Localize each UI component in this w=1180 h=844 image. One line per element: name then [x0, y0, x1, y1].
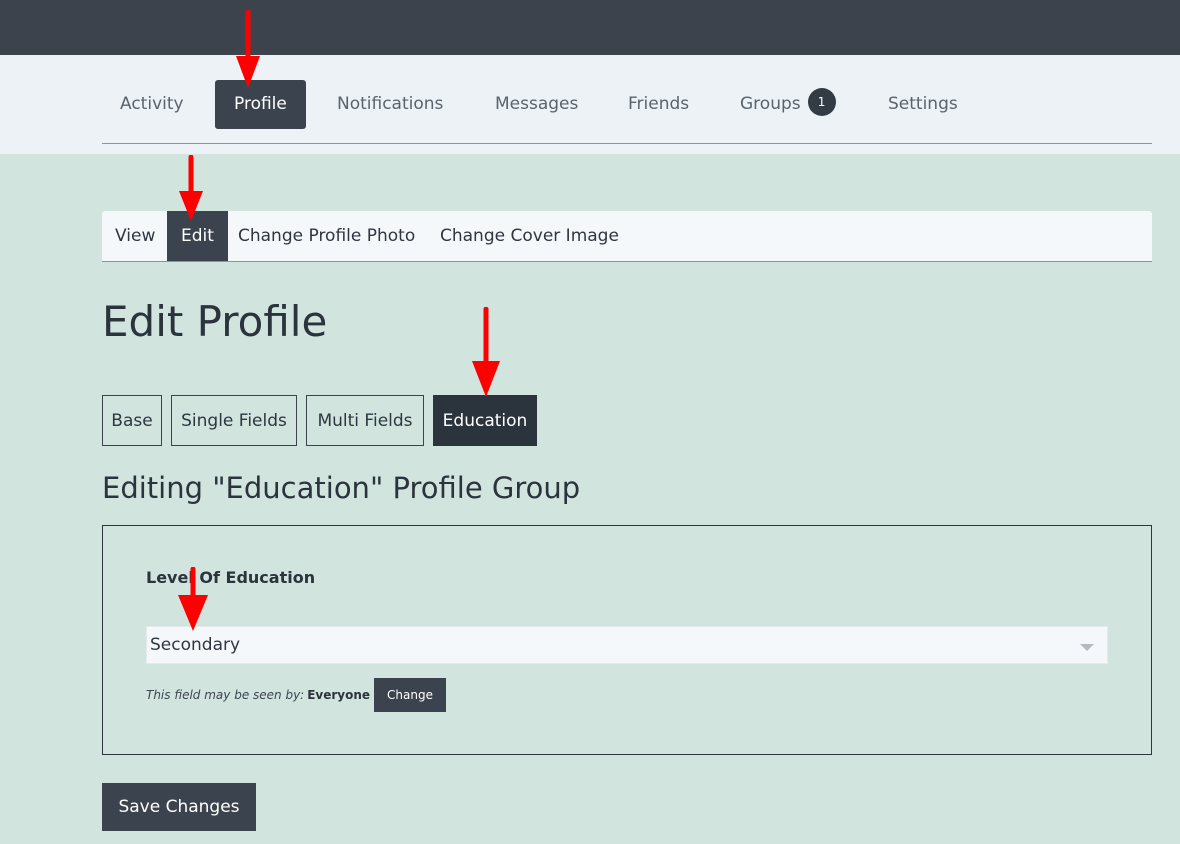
nav-divider [102, 143, 1152, 144]
tab-single-fields[interactable]: Single Fields [171, 395, 297, 446]
education-fieldset: Level Of Education Secondary This field … [102, 525, 1152, 755]
profile-group-heading: Editing "Education" Profile Group [102, 471, 581, 505]
change-visibility-button[interactable]: Change [374, 678, 446, 712]
groups-count-badge: 1 [807, 88, 836, 116]
nav-groups[interactable]: Groups 1 [740, 80, 836, 129]
nav-messages[interactable]: Messages [495, 80, 578, 129]
level-of-education-select[interactable]: Secondary [146, 626, 1108, 664]
nav-groups-label: Groups [740, 94, 801, 114]
save-changes-button[interactable]: Save Changes [102, 783, 256, 831]
profile-sub-navigation: View Edit Change Profile Photo Change Co… [102, 211, 1152, 262]
nav-notifications[interactable]: Notifications [337, 80, 443, 129]
visibility-level: Everyone [307, 688, 371, 702]
subnav-change-cover-image[interactable]: Change Cover Image [440, 211, 619, 261]
tab-education[interactable]: Education [433, 395, 537, 446]
main-navigation: Activity Profile Notifications Messages … [0, 55, 1180, 154]
subnav-edit[interactable]: Edit [167, 211, 228, 261]
nav-friends[interactable]: Friends [628, 80, 689, 129]
visibility-text: This field may be seen by: [146, 688, 305, 702]
tab-base[interactable]: Base [102, 395, 162, 446]
nav-profile[interactable]: Profile [215, 80, 306, 129]
tab-multi-fields[interactable]: Multi Fields [306, 395, 424, 446]
selected-value: Secondary [150, 635, 241, 655]
chevron-down-icon [1080, 644, 1094, 651]
nav-activity[interactable]: Activity [120, 80, 184, 129]
level-of-education-label: Level Of Education [146, 568, 316, 587]
nav-settings[interactable]: Settings [888, 80, 958, 129]
page-title: Edit Profile [102, 297, 328, 346]
field-visibility: This field may be seen by: Everyone Change [146, 678, 446, 712]
top-bar [0, 0, 1180, 55]
annotation-arrow-icon [472, 307, 500, 397]
subnav-view[interactable]: View [115, 211, 155, 261]
subnav-change-profile-photo[interactable]: Change Profile Photo [238, 211, 415, 261]
